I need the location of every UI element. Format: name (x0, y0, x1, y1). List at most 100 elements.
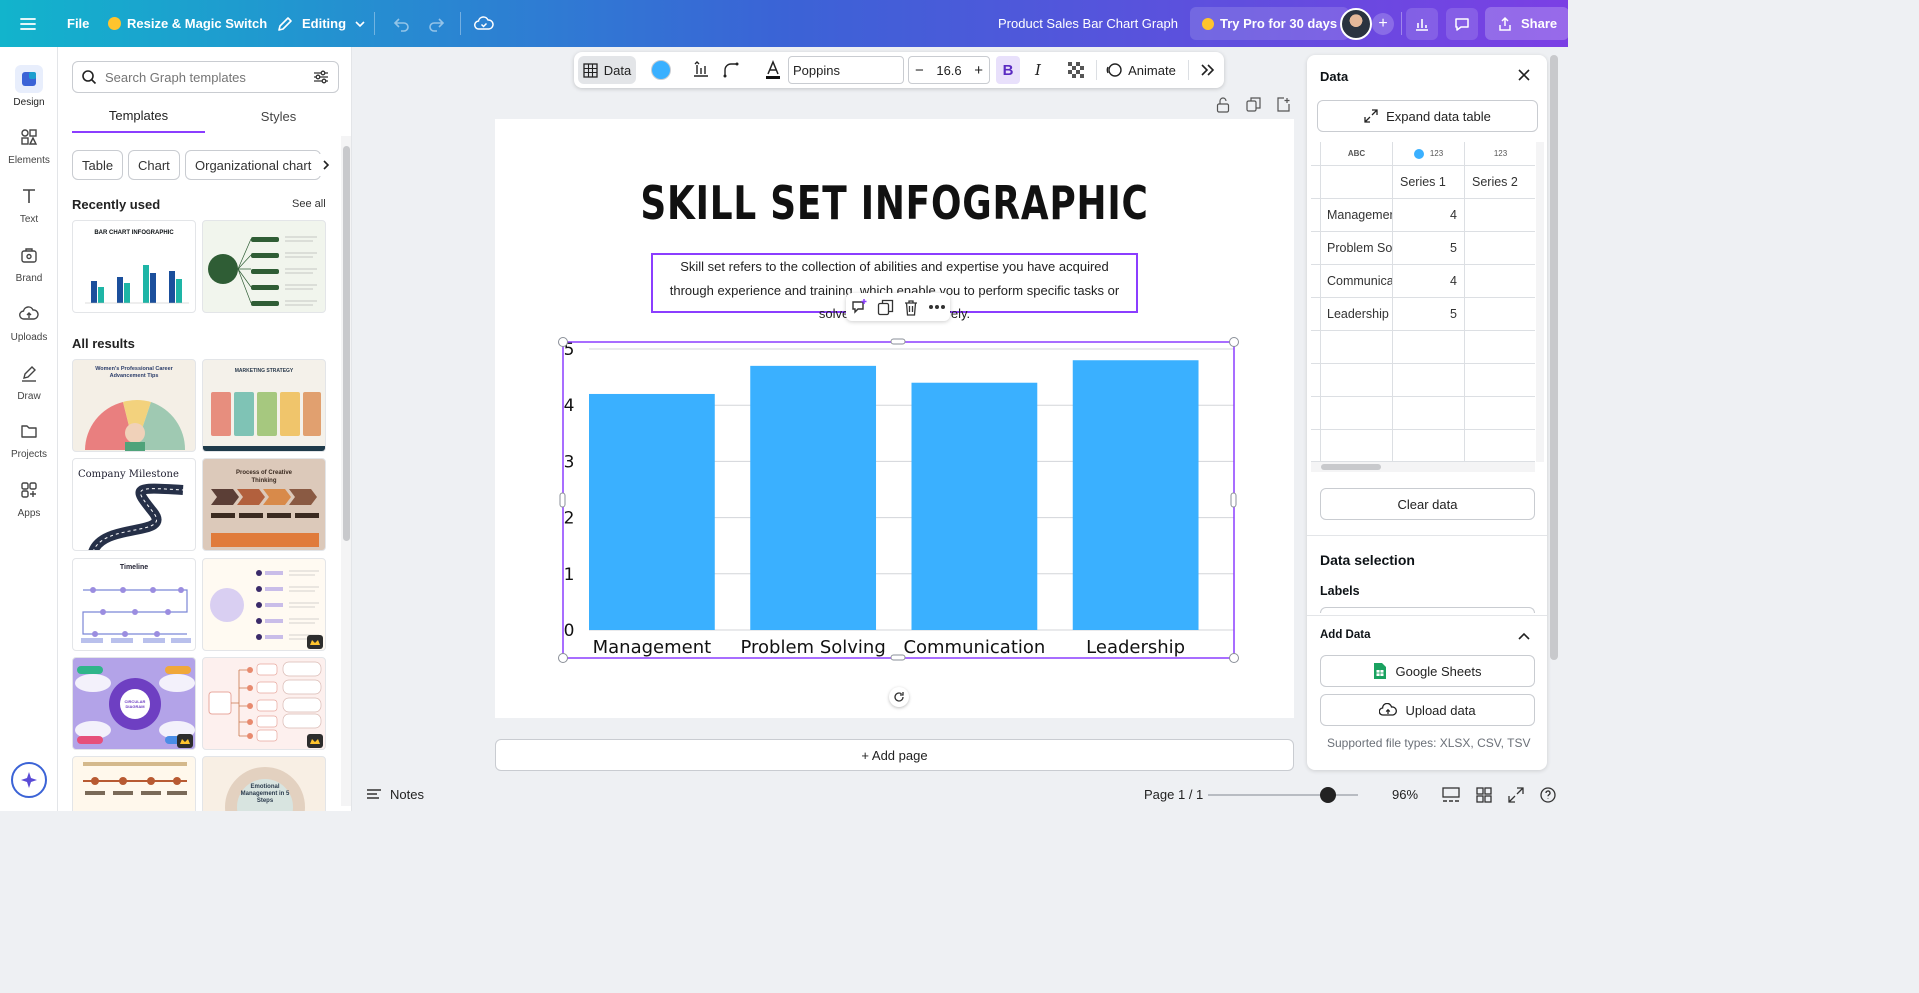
font-size-value[interactable]: 16.6 (936, 63, 961, 78)
lock-page-button[interactable] (1216, 97, 1232, 113)
table-cell-value[interactable]: 5 (1393, 298, 1465, 331)
trash-icon[interactable] (903, 299, 919, 316)
data-button[interactable]: Data (578, 56, 636, 84)
chart-color-button[interactable] (648, 56, 674, 84)
add-collaborator-button[interactable]: + (1372, 0, 1394, 47)
insights-button[interactable] (1406, 0, 1438, 47)
table-scrollbar-thumb[interactable] (1321, 464, 1381, 470)
duplicate-page-button[interactable] (1246, 97, 1262, 113)
template-thumbnail[interactable]: MARKETING STRATEGY (202, 359, 326, 452)
template-thumbnail[interactable]: BAR CHART INFOGRAPHIC (72, 220, 196, 313)
page-view-button[interactable] (1442, 778, 1460, 811)
template-thumbnail[interactable]: Women's Professional Career Advancement … (72, 359, 196, 452)
chip-table[interactable]: Table (72, 150, 124, 180)
user-avatar[interactable] (1340, 0, 1372, 47)
comment-add-icon[interactable] (850, 298, 868, 316)
template-thumbnail[interactable] (202, 657, 326, 750)
template-thumbnail[interactable]: Emotional Management in 5 Steps (202, 756, 326, 811)
panel-scrollbar-thumb[interactable] (343, 146, 350, 541)
table-cell-empty[interactable] (1321, 397, 1393, 430)
table-cell-empty[interactable] (1321, 364, 1393, 397)
increase-font-size-button[interactable]: + (974, 62, 983, 79)
page-indicator[interactable]: Page 1 / 1 (1144, 778, 1203, 811)
bar-chart[interactable]: 012345 Management Problem Solving Communic… (555, 335, 1245, 665)
close-data-panel-button[interactable] (1517, 68, 1533, 84)
more-horizontal-icon[interactable] (928, 304, 946, 310)
table-cell-empty[interactable] (1393, 364, 1465, 397)
editing-mode-button[interactable]: Editing (272, 0, 370, 47)
google-sheets-button[interactable]: Google Sheets (1320, 655, 1535, 687)
zoom-slider[interactable] (1208, 778, 1358, 811)
font-size-stepper[interactable]: − 16.6 + (908, 56, 990, 84)
table-cell-empty[interactable] (1465, 397, 1535, 430)
table-cell-value[interactable]: 5 (1393, 232, 1465, 265)
table-cell-value[interactable]: 4 (1393, 199, 1465, 232)
table-cell-empty[interactable] (1393, 331, 1465, 364)
curve-button[interactable] (718, 56, 744, 84)
table-cell-label[interactable]: Communica (1321, 265, 1393, 298)
doc-title[interactable]: Product Sales Bar Chart Graph (998, 0, 1178, 47)
template-thumbnail[interactable]: Company Milestone (72, 458, 196, 551)
rotate-handle[interactable] (889, 687, 909, 707)
page-title[interactable]: SKILL SET INFOGRAPHIC (583, 176, 1206, 230)
copy-icon[interactable] (877, 299, 894, 316)
table-cell-label[interactable]: Problem So (1321, 232, 1393, 265)
rail-item-draw[interactable]: Draw (0, 359, 58, 415)
search-input[interactable] (105, 69, 304, 85)
text-color-button[interactable] (760, 56, 786, 84)
add-page-icon-button[interactable] (1276, 97, 1292, 113)
font-family-select[interactable]: Poppins (788, 56, 904, 84)
tab-styles[interactable]: Styles (212, 99, 345, 133)
rail-item-brand[interactable]: Brand (0, 241, 58, 297)
table-cell-label[interactable]: Managemer (1321, 199, 1393, 232)
column-type-series-1[interactable]: 123 (1393, 142, 1465, 166)
animate-button[interactable]: Animate (1106, 56, 1176, 84)
labels-select[interactable] (1320, 607, 1535, 613)
table-cell-empty[interactable] (1321, 430, 1393, 462)
menu-button[interactable] (18, 0, 38, 47)
help-button[interactable] (1540, 778, 1556, 811)
filter-icon[interactable] (312, 68, 330, 86)
table-cell-empty[interactable] (1465, 331, 1535, 364)
more-tools-button[interactable] (1194, 56, 1220, 84)
tab-templates[interactable]: Templates (72, 99, 205, 133)
clear-data-button[interactable]: Clear data (1320, 488, 1535, 520)
bold-button[interactable]: B (996, 56, 1020, 84)
try-pro-button[interactable]: Try Pro for 30 days (1190, 0, 1350, 47)
template-thumbnail[interactable]: Process of Creative Thinking (202, 458, 326, 551)
template-thumbnail[interactable]: Timeline (72, 558, 196, 651)
redo-button[interactable] (420, 0, 452, 47)
rail-item-elements[interactable]: Elements (0, 123, 58, 179)
rail-item-design[interactable]: Design (0, 65, 58, 121)
transparency-button[interactable] (1064, 56, 1088, 84)
table-header-series-2[interactable]: Series 2 (1465, 166, 1535, 199)
chip-organizational-chart[interactable]: Organizational chart (185, 150, 322, 180)
template-thumbnail[interactable] (202, 220, 326, 313)
see-all-link[interactable]: See all (292, 198, 326, 210)
chips-next-button[interactable] (316, 154, 336, 176)
zoom-level[interactable]: 96% (1392, 778, 1418, 811)
template-thumbnail[interactable] (202, 558, 326, 651)
table-header-series-1[interactable]: Series 1 (1393, 166, 1465, 199)
grid-view-button[interactable] (1476, 778, 1492, 811)
table-cell-label[interactable]: Leadership (1321, 298, 1393, 331)
rail-item-apps[interactable]: Apps (0, 476, 58, 532)
italic-button[interactable]: I (1026, 56, 1050, 84)
rail-item-projects[interactable]: Projects (0, 417, 58, 473)
template-thumbnail[interactable]: CIRCULAR DIAGRAM (72, 657, 196, 750)
table-cell-empty[interactable] (1465, 430, 1535, 462)
chip-chart[interactable]: Chart (128, 150, 180, 180)
upload-data-button[interactable]: Upload data (1320, 694, 1535, 726)
table-cell-empty[interactable] (1393, 397, 1465, 430)
table-cell-value[interactable] (1465, 199, 1535, 232)
resize-magic-switch-button[interactable]: Resize & Magic Switch (104, 0, 271, 47)
spacing-button[interactable] (688, 56, 714, 84)
table-cell-value[interactable] (1465, 298, 1535, 331)
table-vertical-scrollbar[interactable] (1536, 142, 1544, 462)
table-cell-empty[interactable] (1393, 430, 1465, 462)
add-page-button[interactable]: + Add page (495, 739, 1294, 771)
notes-button[interactable]: Notes (366, 778, 424, 811)
zoom-slider-knob[interactable] (1320, 786, 1336, 803)
cloud-save-button[interactable] (468, 0, 500, 47)
rail-item-text[interactable]: Text (0, 182, 58, 238)
